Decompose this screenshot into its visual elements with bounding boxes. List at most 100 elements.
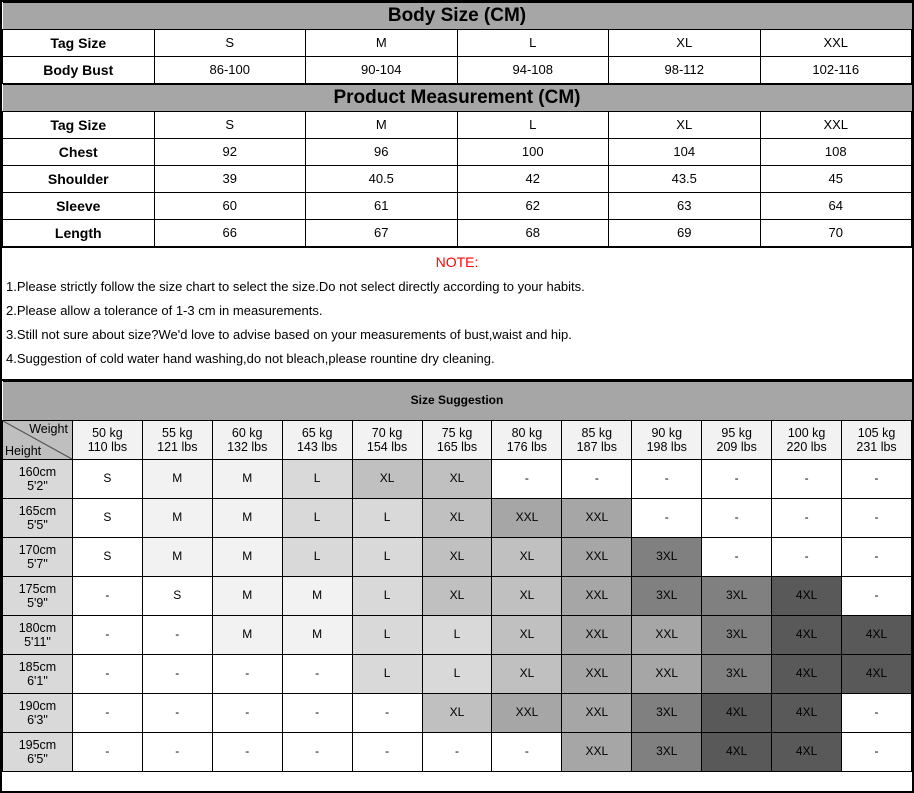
- height-row-header: 170cm 5'7": [2, 537, 73, 577]
- size-suggestion-cell: -: [141, 654, 213, 694]
- weight-column-header: 95 kg 209 lbs: [701, 420, 773, 460]
- size-suggestion-cell: L: [281, 537, 353, 577]
- height-row-header: 185cm 6'1": [2, 654, 73, 694]
- size-suggestion-cell: XL: [421, 576, 493, 616]
- size-suggestion-cell: -: [701, 498, 773, 538]
- size-suggestion-cell: -: [141, 693, 213, 733]
- weight-column-header: 90 kg 198 lbs: [631, 420, 703, 460]
- weight-column-header: 60 kg 132 lbs: [211, 420, 283, 460]
- size-suggestion-cell: XXL: [491, 693, 563, 733]
- product-measurement-title: Product Measurement (CM): [2, 84, 912, 112]
- weight-column-header: 50 kg 110 lbs: [71, 420, 143, 460]
- size-suggestion-cell: -: [841, 459, 912, 499]
- product-measurement-row-label: Sleeve: [2, 192, 155, 220]
- height-ft: 6'5": [27, 752, 48, 766]
- size-suggestion-cell: -: [631, 459, 703, 499]
- weight-lbs: 165 lbs: [436, 440, 478, 454]
- product-measurement-cell: 92: [153, 138, 306, 166]
- note-line: 4.Suggestion of cold water hand washing,…: [6, 351, 495, 366]
- size-suggestion-cell: S: [71, 537, 143, 577]
- note-line: 3.Still not sure about size?We'd love to…: [6, 327, 572, 342]
- height-row-header: 160cm 5'2": [2, 459, 73, 499]
- product-measurement-title-row: Product Measurement (CM): [2, 84, 912, 112]
- weight-lbs: 231 lbs: [856, 440, 897, 454]
- table-row: Body Bust 86-100 90-104 94-108 98-112 10…: [2, 56, 912, 84]
- body-size-cell: M: [305, 29, 458, 57]
- weight-lbs: 143 lbs: [296, 440, 338, 454]
- weight-axis-label: Weight: [29, 422, 68, 436]
- body-size-body: Body Size (CM) Tag Size S M L XL XXL Bod…: [2, 2, 912, 84]
- size-suggestion-cell: XXL: [561, 576, 633, 616]
- weight-lbs: 198 lbs: [646, 440, 687, 454]
- product-measurement-row-label: Shoulder: [2, 165, 155, 193]
- size-suggestion-cell: -: [71, 732, 143, 772]
- size-suggestion-cell: M: [141, 537, 213, 577]
- height-axis-label: Height: [5, 443, 42, 458]
- height-ft: 5'2": [27, 479, 48, 493]
- size-suggestion-cell: M: [141, 498, 213, 538]
- weight-column-header: 55 kg 121 lbs: [141, 420, 213, 460]
- size-suggestion-cell: M: [281, 615, 353, 655]
- size-suggestion-cell: -: [561, 459, 633, 499]
- body-size-cell: 98-112: [608, 56, 761, 84]
- product-measurement-cell: 104: [608, 138, 761, 166]
- product-measurement-cell: 96: [305, 138, 458, 166]
- size-suggestion-title: Size Suggestion: [2, 381, 912, 421]
- product-measurement-cell: 64: [759, 192, 912, 220]
- table-row: 175cm 5'9" - S M M L XL XL XXL 3XL 3XL 4XL -: [2, 576, 912, 616]
- body-size-cell: 94-108: [456, 56, 609, 84]
- product-measurement-cell: 70: [759, 219, 912, 247]
- body-size-cell: XXL: [759, 29, 912, 57]
- size-suggestion-header-row: Weight Height 50 kg 110 lbs 55 kg 121 lbs 60…: [2, 420, 912, 460]
- note-line: 1.Please strictly follow the size chart …: [6, 279, 585, 294]
- height-ft: 6'1": [27, 674, 48, 688]
- product-measurement-cell: 42: [456, 165, 609, 193]
- size-suggestion-cell: XL: [421, 537, 493, 577]
- size-suggestion-cell: 3XL: [701, 576, 773, 616]
- weight-column-header: 75 kg 165 lbs: [421, 420, 493, 460]
- product-measurement-cell: S: [153, 111, 306, 139]
- size-suggestion-cell: -: [701, 459, 773, 499]
- size-suggestion-cell: M: [141, 459, 213, 499]
- product-measurement-cell: XL: [608, 111, 761, 139]
- size-suggestion-cell: XXL: [631, 615, 703, 655]
- size-suggestion-cell: -: [281, 693, 353, 733]
- size-suggestion-cell: XL: [491, 654, 563, 694]
- table-row: 185cm 6'1" - - - - L L XL XXL XXL 3XL 4XL 4XL: [2, 654, 912, 694]
- size-suggestion-cell: -: [71, 615, 143, 655]
- product-measurement-cell: 108: [759, 138, 912, 166]
- size-suggestion-cell: S: [71, 459, 143, 499]
- table-row: Tag Size S M L XL XXL: [2, 29, 912, 57]
- size-suggestion-cell: L: [351, 615, 423, 655]
- weight-lbs: 110 lbs: [87, 440, 128, 454]
- size-suggestion-cell: XL: [491, 576, 563, 616]
- size-suggestion-cell: M: [281, 576, 353, 616]
- weight-kg: 100 kg: [787, 425, 826, 440]
- height-row-header: 190cm 6'3": [2, 693, 73, 733]
- product-measurement-row-label: Tag Size: [2, 111, 155, 139]
- body-size-cell: S: [153, 29, 306, 57]
- weight-column-header: 65 kg 143 lbs: [281, 420, 353, 460]
- size-suggestion-table: Size Suggestion Weight Height 50 kg 110 l…: [2, 381, 912, 772]
- size-suggestion-cell: 4XL: [771, 732, 843, 772]
- size-suggestion-cell: -: [141, 732, 213, 772]
- size-suggestion-cell: M: [211, 537, 283, 577]
- size-suggestion-cell: -: [771, 537, 843, 577]
- size-suggestion-cell: -: [631, 498, 703, 538]
- size-suggestion-cell: 3XL: [631, 537, 703, 577]
- size-suggestion-cell: XXL: [561, 537, 633, 577]
- weight-kg: 85 kg: [581, 425, 613, 440]
- size-suggestion-cell: -: [841, 693, 912, 733]
- size-suggestion-cell: M: [211, 459, 283, 499]
- size-suggestion-cell: S: [141, 576, 213, 616]
- table-row: 195cm 6'5" - - - - - - - XXL 3XL 4XL 4XL -: [2, 732, 912, 772]
- height-ft: 5'9": [27, 596, 48, 610]
- size-suggestion-cell: -: [71, 693, 143, 733]
- size-suggestion-cell: L: [281, 498, 353, 538]
- size-suggestion-cell: 4XL: [771, 576, 843, 616]
- weight-kg: 95 kg: [721, 425, 752, 440]
- size-suggestion-cell: XL: [491, 615, 563, 655]
- size-suggestion-cell: -: [211, 732, 283, 772]
- weight-column-header: 80 kg 176 lbs: [491, 420, 563, 460]
- product-measurement-row-label: Length: [2, 219, 155, 247]
